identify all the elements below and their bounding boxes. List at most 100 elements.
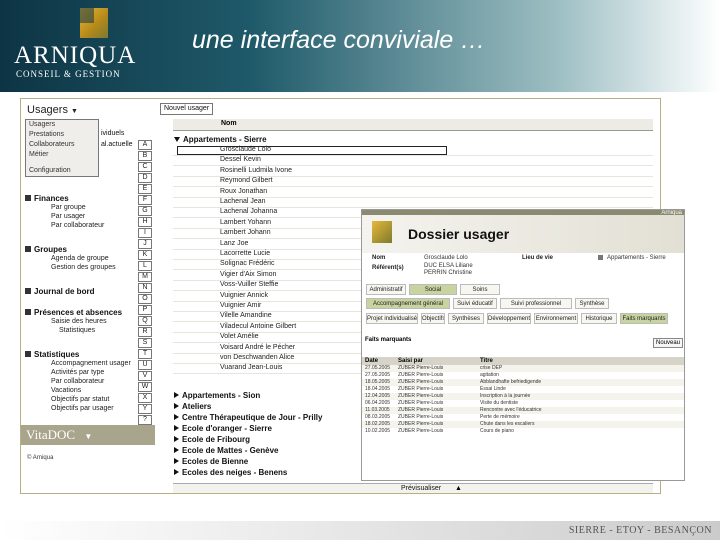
letter-index-button[interactable]: ? xyxy=(138,415,152,425)
letter-index-button[interactable]: Y xyxy=(138,404,152,414)
letter-index-button[interactable]: J xyxy=(138,239,152,249)
user-row[interactable]: Lanz Joe xyxy=(220,240,248,247)
user-row[interactable]: Lacorrette Lucie xyxy=(220,250,270,257)
letter-index-button[interactable]: U xyxy=(138,360,152,370)
letter-index-button[interactable]: L xyxy=(138,261,152,271)
letter-index-button[interactable]: O xyxy=(138,294,152,304)
user-row[interactable]: Vigier d'Aix Simon xyxy=(220,271,276,278)
user-row[interactable]: Solignac Frédéric xyxy=(220,260,274,267)
letter-index-button[interactable]: E xyxy=(138,184,152,194)
tab-tabs1-1[interactable]: Social xyxy=(409,284,457,295)
tab-tabs3-3[interactable]: Développement xyxy=(487,313,531,324)
tab-tabs2-1[interactable]: Suivi éducatif xyxy=(453,298,497,309)
letter-index-button[interactable]: H xyxy=(138,217,152,227)
group-row-closed[interactable]: Appartements - Sion xyxy=(174,391,260,400)
letter-index-button[interactable]: X xyxy=(138,393,152,403)
letter-index-button[interactable]: P xyxy=(138,305,152,315)
letter-index-button[interactable]: B xyxy=(138,151,152,161)
dropdown-item[interactable]: Configuration xyxy=(26,166,98,176)
tab-tabs3-5[interactable]: Historique xyxy=(581,313,617,324)
user-row[interactable]: Viladecul Antoine Gilbert xyxy=(220,323,296,330)
user-row[interactable]: Volet Amélie xyxy=(220,333,259,340)
tab-tabs3-4[interactable]: Environnement xyxy=(534,313,578,324)
group-row-closed[interactable]: Ecole d'oranger - Sierre xyxy=(174,424,272,433)
chevron-down-icon[interactable]: ▼ xyxy=(84,432,92,441)
letter-index-button[interactable]: D xyxy=(138,173,152,183)
sidebar-item[interactable]: Par groupe xyxy=(51,204,86,211)
sidebar-section[interactable]: Statistiques xyxy=(25,350,79,359)
user-row[interactable]: Reymond Gilbert xyxy=(220,177,273,184)
table-row[interactable]: 12.04.2005 ZUBER Pierre-Louis Inscription … xyxy=(362,393,684,400)
user-row[interactable]: Voisard André le Pécher xyxy=(220,344,295,351)
table-row[interactable]: 08.03.2005 ZUBER Pierre-Louis Perte de mém… xyxy=(362,414,684,421)
sidebar-item[interactable]: Saisie des heures xyxy=(51,318,107,325)
letter-index-button[interactable]: T xyxy=(138,349,152,359)
group-row-closed[interactable]: Ecole de Mattes - Genève xyxy=(174,446,278,455)
group-row-closed[interactable]: Ecoles de Bienne xyxy=(174,457,248,466)
sidebar-item[interactable]: Objectifs par statut xyxy=(51,396,109,403)
tab-tabs2-3[interactable]: Synthèse xyxy=(575,298,609,309)
sidebar-section[interactable]: Présences et absences xyxy=(25,308,122,317)
new-user-button[interactable]: Nouvel usager xyxy=(160,103,214,115)
group-row-closed[interactable]: Ecoles des neiges - Benens xyxy=(174,468,287,477)
module-dropdown[interactable]: Usagers Prestations Collaborateurs Métier Co… xyxy=(25,119,99,177)
table-header-saisi[interactable]: Saisi par xyxy=(398,357,423,365)
letter-index-button[interactable]: Q xyxy=(138,316,152,326)
tab-tabs2-0[interactable]: Accompagnement général xyxy=(366,298,450,309)
tab-tabs3-2[interactable]: Synthèses xyxy=(448,313,484,324)
user-row[interactable]: Lambert Yohann xyxy=(220,219,271,226)
sidebar-section[interactable]: Groupes xyxy=(25,245,67,254)
sidebar-item[interactable]: Objectifs par usager xyxy=(51,405,114,412)
letter-index-button[interactable]: F xyxy=(138,195,152,205)
table-row[interactable]: 06.04.2005 ZUBER Pierre-Louis Visite du de… xyxy=(362,400,684,407)
sidebar-section[interactable]: Finances xyxy=(25,194,69,203)
table-row[interactable]: 18.05.2005 ZUBER Pierre-Louis Abblandhafte… xyxy=(362,379,684,386)
tab-tabs3-6[interactable]: Faits marquants xyxy=(620,313,668,324)
letter-index-button[interactable]: S xyxy=(138,338,152,348)
letter-index-button[interactable]: R xyxy=(138,327,152,337)
user-row[interactable]: Rosinelli Ludmila Ivone xyxy=(220,167,292,174)
table-row[interactable]: 18.04.2005 ZUBER Pierre-Louis Essai Linde xyxy=(362,386,684,393)
table-header-date[interactable]: Date xyxy=(365,357,378,365)
sidebar-header[interactable]: Usagers ▼ xyxy=(27,104,78,116)
letter-index-button[interactable]: W xyxy=(138,382,152,392)
dropdown-item[interactable]: Prestations xyxy=(26,130,98,140)
sidebar-item[interactable]: Activités par type xyxy=(51,369,104,376)
tab-tabs1-2[interactable]: Soins xyxy=(460,284,500,295)
user-row[interactable]: Vuignier Amir xyxy=(220,302,261,309)
sidebar-section[interactable]: Journal de bord xyxy=(25,287,94,296)
table-row[interactable]: 10.02.2005 ZUBER Pierre-Louis Cours de pia… xyxy=(362,428,684,435)
table-header-titre[interactable]: Titre xyxy=(480,357,493,365)
letter-index-button[interactable]: I xyxy=(138,228,152,238)
dropdown-item[interactable]: Usagers xyxy=(26,120,98,130)
dropdown-item[interactable]: Métier xyxy=(26,150,98,160)
group-row-closed[interactable]: Centre Thérapeutique de Jour - Prilly xyxy=(174,413,322,422)
table-row[interactable]: 18.02.2005 ZUBER Pierre-Louis Chute dans l… xyxy=(362,421,684,428)
user-row[interactable]: Voss-Vuiller Steffie xyxy=(220,281,278,288)
tab-tabs1-0[interactable]: Administratif xyxy=(366,284,406,295)
sidebar-item[interactable]: Statistiques xyxy=(59,327,95,334)
user-row[interactable]: Vuignier Annick xyxy=(220,292,268,299)
user-row[interactable]: Lambert Johann xyxy=(220,229,271,236)
dropdown-item[interactable]: Collaborateurs xyxy=(26,140,98,150)
user-row[interactable]: Roux Jonathan xyxy=(220,188,267,195)
user-row[interactable]: Grosclaude Lolo xyxy=(220,146,271,153)
table-row[interactable]: 27.05.2005 ZUBER Pierre-Louis agitation xyxy=(362,372,684,379)
user-row[interactable]: Vilelle Amandine xyxy=(220,312,272,319)
sidebar-item[interactable]: Accompagnement usager xyxy=(51,360,131,367)
user-row[interactable]: Lachenal Jean xyxy=(220,198,266,205)
tab-tabs2-2[interactable]: Suivi professionnel xyxy=(500,298,572,309)
table-row[interactable]: 11.03.2005 ZUBER Pierre-Louis Rencontre av… xyxy=(362,407,684,414)
preview-bar[interactable]: Prévisualiser ▲ xyxy=(173,483,653,493)
letter-index-button[interactable]: G xyxy=(138,206,152,216)
letter-index-button[interactable]: M xyxy=(138,272,152,282)
tab-tabs3-1[interactable]: Objectifs xyxy=(421,313,445,324)
sidebar-item[interactable]: Par collaborateur xyxy=(51,222,104,229)
sidebar-item[interactable]: Par collaborateur xyxy=(51,378,104,385)
tab-tabs3-0[interactable]: Projet individualisé xyxy=(366,313,418,324)
user-row[interactable]: Dessel Kevin xyxy=(220,156,261,163)
sidebar-item[interactable]: Par usager xyxy=(51,213,85,220)
letter-index-button[interactable]: V xyxy=(138,371,152,381)
user-row[interactable]: von Deschwanden Alice xyxy=(220,354,294,361)
letter-index-button[interactable]: C xyxy=(138,162,152,172)
